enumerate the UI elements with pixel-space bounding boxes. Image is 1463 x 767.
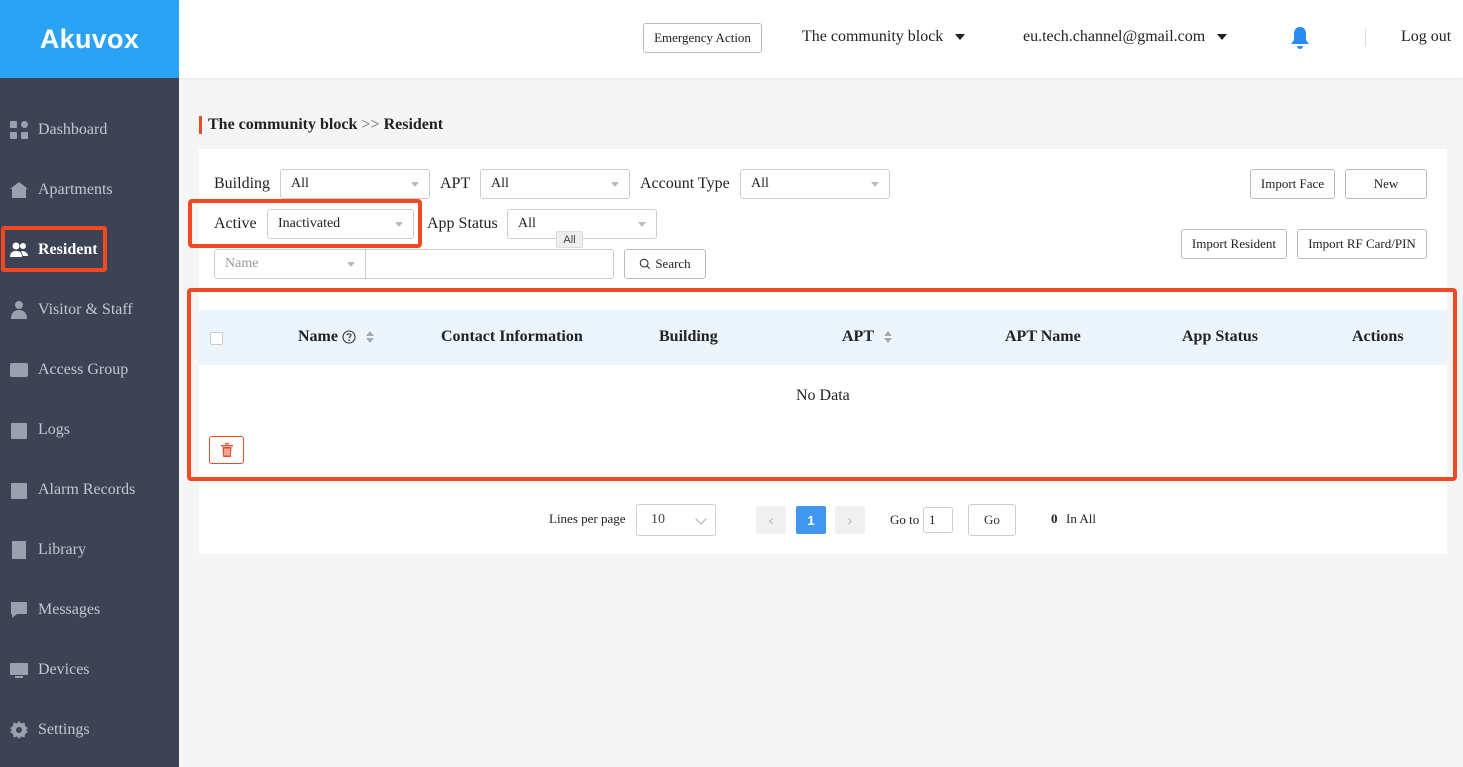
breadcrumb-separator: >> — [361, 116, 380, 133]
search-field-placeholder: Name — [225, 256, 259, 271]
chevron-down-icon — [695, 513, 707, 525]
apt-select-value: All — [491, 176, 509, 191]
page-number-current[interactable]: 1 — [796, 506, 826, 534]
active-filter-highlight-box — [188, 199, 422, 248]
dashboard-icon — [8, 119, 30, 141]
account-type-select[interactable]: All — [740, 169, 890, 199]
lines-per-page-select[interactable]: 10 — [636, 504, 716, 536]
sidebar-item-label: Apartments — [38, 181, 113, 198]
caret-down-icon — [347, 262, 355, 267]
gear-icon — [8, 719, 30, 741]
building-filter-label: Building — [214, 175, 271, 192]
caret-down-icon — [1217, 34, 1228, 40]
bell-icon[interactable] — [1289, 26, 1311, 50]
community-name: The community block — [802, 28, 944, 45]
resident-highlight-box — [1, 226, 107, 272]
alarm-icon — [8, 479, 30, 501]
caret-down-icon — [411, 182, 419, 187]
sidebar: Akuvox Dashboard Apartments Resident Vis… — [0, 0, 179, 767]
sidebar-item-label: Alarm Records — [38, 481, 136, 498]
sidebar-item-visitor-staff[interactable]: Visitor & Staff — [0, 290, 179, 330]
table-highlight-box — [187, 288, 1457, 481]
sidebar-item-label: Logs — [38, 421, 70, 438]
goto-label: Go to — [890, 512, 920, 527]
next-page-button[interactable]: › — [835, 506, 865, 534]
apartments-icon — [8, 179, 30, 201]
search-field-select[interactable]: Name — [214, 249, 366, 279]
sidebar-item-access-group[interactable]: Access Group — [0, 350, 179, 390]
search-icon — [640, 258, 651, 270]
lines-per-page-value: 10 — [651, 512, 665, 527]
messages-icon — [8, 599, 30, 621]
building-select[interactable]: All — [280, 169, 430, 199]
new-button[interactable]: New — [1345, 169, 1427, 199]
visitor-icon — [8, 299, 30, 321]
logo[interactable]: Akuvox — [0, 0, 179, 78]
sidebar-item-devices[interactable]: Devices — [0, 650, 179, 690]
total-label: In All — [1066, 511, 1096, 526]
app-status-select-value: All — [518, 216, 536, 231]
sidebar-item-apartments[interactable]: Apartments — [0, 170, 179, 210]
lines-per-page-label: Lines per page — [549, 511, 626, 526]
library-icon — [8, 539, 30, 561]
access-card-icon — [8, 359, 30, 381]
caret-down-icon — [638, 222, 646, 227]
sidebar-item-label: Messages — [38, 601, 101, 618]
caret-down-icon — [871, 182, 879, 187]
sidebar-item-alarm-records[interactable]: Alarm Records — [0, 470, 179, 510]
tooltip: All — [556, 231, 583, 248]
chevron-left-icon: ‹ — [767, 510, 775, 530]
sidebar-item-library[interactable]: Library — [0, 530, 179, 570]
account-type-select-value: All — [751, 176, 769, 191]
account-type-filter-label: Account Type — [640, 175, 730, 192]
goto-page-input[interactable]: 1 — [923, 507, 953, 533]
breadcrumb-current: Resident — [383, 116, 444, 133]
sidebar-item-label: Devices — [38, 661, 90, 678]
account-email: eu.tech.channel@gmail.com — [1023, 28, 1206, 45]
sidebar-item-label: Access Group — [38, 361, 129, 378]
search-button-label: Search — [655, 256, 691, 271]
app-status-filter-label: App Status — [427, 215, 498, 232]
sidebar-item-label: Visitor & Staff — [38, 301, 133, 318]
header-divider — [1365, 28, 1366, 46]
search-button[interactable]: Search — [624, 249, 706, 279]
breadcrumb: The community block >> Resident — [199, 116, 443, 134]
devices-icon — [8, 659, 30, 681]
sidebar-item-label: Settings — [38, 721, 90, 738]
top-header: Emergency Action The community block eu.… — [179, 0, 1463, 78]
apt-filter-label: APT — [440, 175, 471, 192]
logout-link[interactable]: Log out — [1401, 28, 1451, 46]
prev-page-button[interactable]: ‹ — [756, 506, 786, 534]
import-rf-card-pin-button[interactable]: Import RF Card/PIN — [1297, 229, 1427, 259]
chevron-right-icon: › — [846, 510, 854, 530]
logo-text: Akuvox — [39, 23, 140, 54]
sidebar-item-messages[interactable]: Messages — [0, 590, 179, 630]
emergency-action-button[interactable]: Emergency Action — [643, 23, 762, 53]
apt-select[interactable]: All — [480, 169, 630, 199]
total-count: 0 — [1051, 511, 1058, 526]
sidebar-item-logs[interactable]: Logs — [0, 410, 179, 450]
sidebar-item-settings[interactable]: Settings — [0, 710, 179, 750]
go-button[interactable]: Go — [968, 504, 1016, 536]
search-input[interactable] — [365, 249, 614, 279]
community-dropdown[interactable]: The community block — [802, 28, 966, 46]
account-dropdown[interactable]: eu.tech.channel@gmail.com — [1023, 28, 1228, 46]
breadcrumb-parent[interactable]: The community block — [208, 116, 357, 134]
building-select-value: All — [291, 176, 309, 191]
logs-icon — [8, 419, 30, 441]
sidebar-item-dashboard[interactable]: Dashboard — [0, 110, 179, 150]
sidebar-item-label: Dashboard — [38, 121, 108, 138]
import-face-button[interactable]: Import Face — [1250, 169, 1335, 199]
sidebar-item-label: Library — [38, 541, 86, 558]
caret-down-icon — [611, 182, 619, 187]
import-resident-button[interactable]: Import Resident — [1181, 229, 1287, 259]
caret-down-icon — [955, 34, 966, 40]
